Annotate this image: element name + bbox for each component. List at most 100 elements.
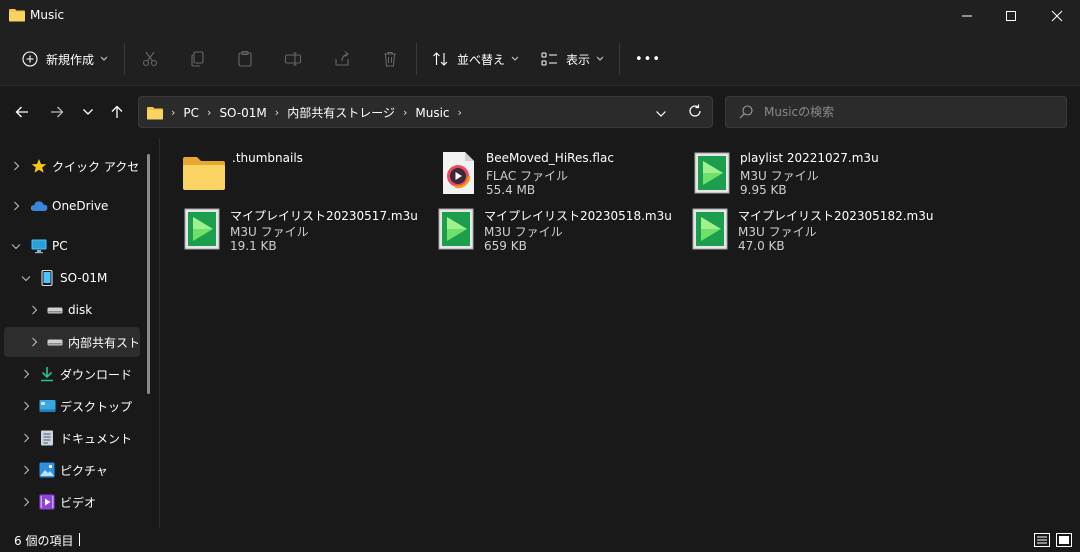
sidebar-item-pc[interactable]: PC (4, 231, 140, 261)
folder-icon (147, 106, 163, 119)
sidebar-item-disk[interactable]: disk (4, 295, 140, 325)
chevron-right-icon[interactable]: › (275, 106, 279, 119)
tiles-view-button[interactable] (1055, 531, 1073, 549)
playlist-file-icon (686, 205, 734, 253)
rename-button[interactable] (281, 47, 305, 71)
refresh-button[interactable] (688, 104, 702, 121)
sidebar-item-label: SO-01M (60, 271, 108, 285)
chevron-right-icon[interactable]: › (207, 106, 211, 119)
arrow-up-icon (111, 105, 123, 118)
view-button[interactable]: 表示 (541, 44, 604, 74)
desktop-icon (38, 397, 56, 415)
sidebar-item-pictures[interactable]: ピクチャ (4, 455, 140, 485)
item-count: 6 個の項目 (14, 534, 74, 548)
file-item[interactable]: マイプレイリスト20230517.m3u M3U ファイル 19.1 KB (178, 205, 428, 255)
up-button[interactable] (105, 100, 129, 124)
address-history-button[interactable] (655, 107, 667, 121)
new-button[interactable]: 新規作成 (22, 44, 108, 74)
close-icon (1051, 10, 1063, 22)
chevron-right-icon[interactable] (10, 200, 22, 212)
file-size: 659 KB (484, 239, 527, 253)
chevron-right-icon[interactable] (20, 368, 32, 380)
sidebar-item-documents[interactable]: ドキュメント (4, 423, 140, 453)
search-box[interactable] (725, 96, 1067, 128)
file-size: 47.0 KB (738, 239, 785, 253)
folder-icon (180, 149, 228, 197)
maximize-button[interactable] (988, 0, 1034, 32)
chevron-right-icon[interactable] (28, 304, 40, 316)
copy-button[interactable] (186, 47, 210, 71)
chevron-down-icon[interactable] (20, 272, 32, 284)
forward-button[interactable] (45, 100, 69, 124)
file-name: マイプレイリスト20230518.m3u (484, 209, 672, 223)
chevron-right-icon[interactable]: › (458, 106, 462, 119)
minimize-button[interactable] (944, 0, 990, 32)
tiles-view-icon (1056, 533, 1072, 547)
sort-arrows-icon (433, 52, 448, 66)
paste-button[interactable] (233, 47, 257, 71)
download-icon (38, 365, 56, 383)
file-item[interactable]: .thumbnails (180, 149, 430, 199)
chevron-right-icon[interactable] (28, 336, 40, 348)
breadcrumb-pc[interactable]: PC (183, 106, 199, 120)
file-size: 19.1 KB (230, 239, 277, 253)
more-options-button[interactable]: ••• (635, 44, 661, 74)
playlist-file-icon (178, 205, 226, 253)
file-name: マイプレイリスト202305182.m3u (738, 209, 934, 223)
sort-button[interactable]: 並べ替え (432, 44, 519, 74)
close-button[interactable] (1034, 0, 1080, 32)
chevron-down-icon[interactable] (10, 240, 22, 252)
details-view-button[interactable] (1033, 531, 1051, 549)
recent-locations-button[interactable] (76, 100, 100, 124)
share-button[interactable] (330, 47, 354, 71)
scissors-icon (142, 51, 158, 67)
arrow-left-icon (15, 106, 28, 118)
sidebar-item-label: 内部共有ストレージ (68, 335, 140, 350)
search-input[interactable] (764, 103, 1054, 121)
navigation-pane: クイック アクセス OneDrive PC SO-01M disk 内部共有スト… (0, 138, 160, 528)
video-icon (38, 493, 56, 511)
sidebar-item-quick-access[interactable]: クイック アクセス (4, 151, 140, 181)
chevron-down-icon (100, 56, 108, 61)
chevron-right-icon[interactable] (20, 464, 32, 476)
share-icon (335, 51, 349, 66)
delete-button[interactable] (378, 47, 402, 71)
trash-icon (384, 51, 396, 67)
chevron-right-icon[interactable]: › (171, 106, 175, 119)
playlist-file-icon (688, 149, 736, 197)
file-name: マイプレイリスト20230517.m3u (230, 209, 418, 223)
file-item[interactable]: マイプレイリスト202305182.m3u M3U ファイル 47.0 KB (686, 205, 936, 255)
view-layout-icon (541, 52, 557, 66)
chevron-right-icon[interactable] (10, 160, 22, 172)
cut-button[interactable] (138, 47, 162, 71)
chevron-right-icon[interactable] (20, 432, 32, 444)
address-bar[interactable]: › PC › SO-01M › 内部共有ストレージ › Music › (138, 96, 713, 128)
file-item[interactable]: マイプレイリスト20230518.m3u M3U ファイル 659 KB (432, 205, 682, 255)
pictures-icon (38, 461, 56, 479)
monitor-icon (30, 237, 48, 255)
breadcrumb-storage[interactable]: 内部共有ストレージ (287, 104, 395, 121)
toolbar-divider (416, 43, 417, 75)
sidebar-item-videos[interactable]: ビデオ (4, 487, 140, 517)
sidebar-item-onedrive[interactable]: OneDrive (4, 191, 140, 221)
file-item[interactable]: BeeMoved_HiRes.flac FLAC ファイル 55.4 MB (434, 149, 684, 199)
sidebar-item-desktop[interactable]: デスクトップ (4, 391, 140, 421)
file-item[interactable]: playlist 20221027.m3u M3U ファイル 9.95 KB (688, 149, 938, 199)
sidebar-item-downloads[interactable]: ダウンロード (4, 359, 140, 389)
sidebar-scrollbar[interactable] (147, 154, 150, 394)
status-bar: 6 個の項目 (0, 528, 1080, 552)
chevron-right-icon[interactable] (20, 496, 32, 508)
chevron-down-icon (83, 109, 93, 115)
file-type: M3U ファイル (738, 225, 817, 239)
cloud-icon (30, 197, 48, 215)
sidebar-item-so01m[interactable]: SO-01M (4, 263, 140, 293)
sidebar-item-label: ドキュメント (60, 431, 133, 446)
back-button[interactable] (10, 100, 34, 124)
sidebar-item-internal-storage[interactable]: 内部共有ストレージ (4, 327, 140, 357)
audio-file-icon (434, 149, 482, 197)
file-type: M3U ファイル (740, 169, 819, 183)
chevron-right-icon[interactable]: › (403, 106, 407, 119)
breadcrumb-device[interactable]: SO-01M (219, 106, 266, 120)
breadcrumb-music[interactable]: Music (415, 106, 449, 120)
chevron-right-icon[interactable] (20, 400, 32, 412)
